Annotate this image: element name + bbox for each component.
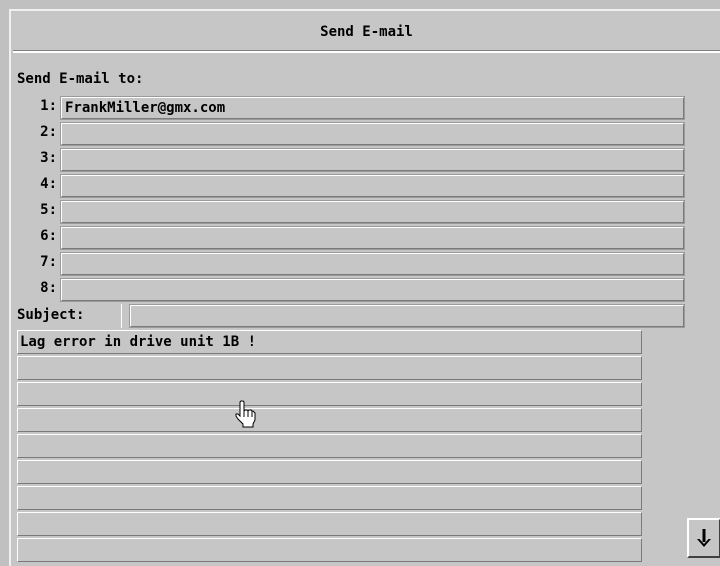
- message-line-5[interactable]: [17, 434, 642, 458]
- arrow-down-icon: [697, 529, 711, 547]
- message-line-2[interactable]: [17, 356, 642, 380]
- recipient-input-6[interactable]: [60, 226, 685, 250]
- recipient-number: 4:: [40, 176, 57, 192]
- subject-separator: [121, 304, 130, 328]
- send-to-label: Send E-mail to:: [17, 71, 144, 87]
- recipient-number: 7:: [40, 254, 57, 270]
- recipient-input-2[interactable]: [60, 122, 685, 146]
- window-title: Send E-mail: [320, 24, 413, 40]
- recipient-input-3[interactable]: [60, 148, 685, 172]
- subject-input[interactable]: [129, 304, 685, 328]
- recipient-number: 3:: [40, 150, 57, 166]
- title-bar: Send E-mail: [13, 13, 720, 53]
- recipient-input-4[interactable]: [60, 174, 685, 198]
- message-line-6[interactable]: [17, 460, 642, 484]
- recipient-number: 8:: [40, 280, 57, 296]
- recipient-number: 6:: [40, 228, 57, 244]
- hand-cursor-icon: [235, 400, 257, 432]
- recipient-input-7[interactable]: [60, 252, 685, 276]
- recipient-number: 5:: [40, 202, 57, 218]
- recipient-input-1[interactable]: FrankMiller@gmx.com: [60, 96, 685, 120]
- recipient-number: 2:: [40, 124, 57, 140]
- scroll-down-button[interactable]: [687, 518, 720, 558]
- message-line-7[interactable]: [17, 486, 642, 510]
- message-line-1[interactable]: Lag error in drive unit 1B !: [17, 330, 642, 354]
- recipient-input-5[interactable]: [60, 200, 685, 224]
- send-email-window: Send E-mail Send E-mail to: 1: FrankMill…: [9, 9, 720, 566]
- message-line-8[interactable]: [17, 512, 642, 536]
- subject-label: Subject:: [17, 307, 85, 323]
- recipient-input-8[interactable]: [60, 278, 685, 302]
- recipient-number: 1:: [40, 98, 57, 114]
- message-line-9[interactable]: [17, 538, 642, 562]
- message-line-3[interactable]: [17, 382, 642, 406]
- message-line-4[interactable]: [17, 408, 642, 432]
